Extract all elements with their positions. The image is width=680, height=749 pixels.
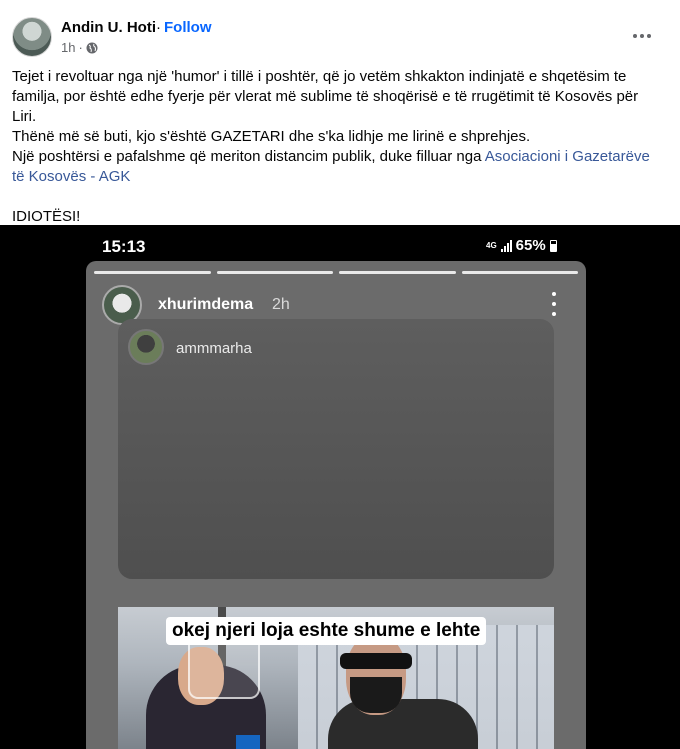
shared-avatar <box>128 329 164 365</box>
follow-button[interactable]: Follow <box>164 19 212 36</box>
author-name[interactable]: Andin U. Hoti <box>61 19 156 36</box>
facebook-post: Andin U. Hoti · Follow 1h · Tejet i revo… <box>0 0 680 749</box>
network-label: 4G <box>486 240 497 250</box>
shared-post-card: ammmarha <box>118 319 554 579</box>
post-paragraph: Thënë më së buti, kjo s'është GAZETARI d… <box>12 128 531 145</box>
author-avatar[interactable] <box>12 17 52 57</box>
person-right-body <box>328 699 478 749</box>
video-frame: okej njeri loja eshte shume e lehte <box>118 607 554 749</box>
post-paragraph: Tejet i revoltuar nga një 'humor' i till… <box>12 68 639 125</box>
face-mask <box>350 677 402 713</box>
phone-status-bar: 4G 65% <box>486 237 557 254</box>
meta-separator: · <box>78 40 83 55</box>
instagram-story: xhurimdema 2h ammmarha okej njeri loja e… <box>86 261 586 749</box>
phone-status-time: 15:13 <box>102 237 146 256</box>
globe-icon <box>86 42 98 53</box>
more-options-icon[interactable] <box>624 22 660 50</box>
separator-dot: · <box>156 19 161 36</box>
microphone <box>236 735 260 749</box>
story-menu-icon <box>550 292 558 316</box>
story-username: xhurimdema <box>158 296 254 313</box>
post-time[interactable]: 1h <box>61 40 75 55</box>
post-meta: 1h · <box>61 40 98 55</box>
battery-icon <box>549 239 557 252</box>
video-caption: okej njeri loja eshte shume e lehte <box>166 617 487 645</box>
post-closing: IDIOTËSI! <box>12 208 81 225</box>
post-text: Tejet i revoltuar nga një 'humor' i till… <box>12 67 662 227</box>
shared-username: ammmarha <box>176 340 252 357</box>
blindfold <box>340 653 412 669</box>
story-progress <box>86 271 586 274</box>
signal-icon <box>500 239 512 252</box>
story-time: 2h <box>272 296 290 313</box>
post-paragraph: Një poshtërsi e pafalshme që meriton dis… <box>12 148 650 185</box>
battery-text: 65% <box>515 237 546 254</box>
post-image[interactable]: 15:13 4G 65% xhurimdema 2h ammmarha okej… <box>0 225 680 749</box>
